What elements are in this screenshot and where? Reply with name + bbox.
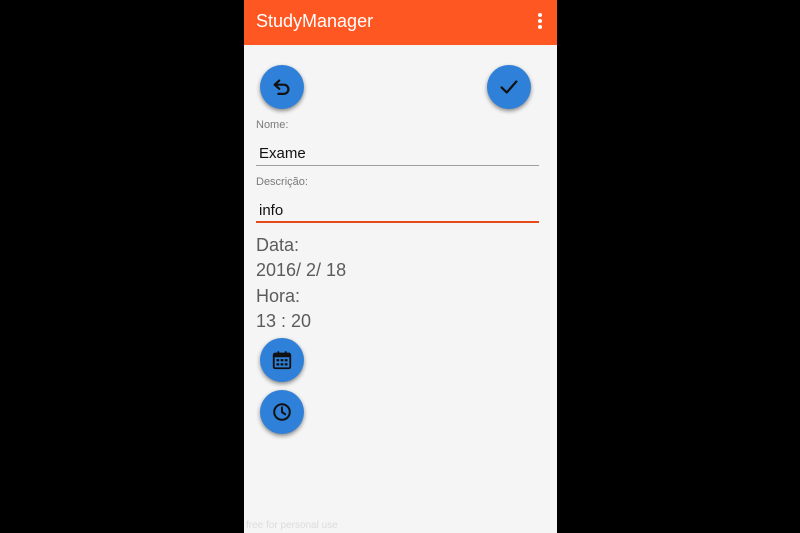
nome-underline bbox=[256, 165, 539, 166]
nome-value: Exame bbox=[259, 145, 306, 162]
app-bar: StudyManager bbox=[244, 0, 557, 45]
watermark-text: free for personal use bbox=[246, 520, 338, 531]
calendar-icon bbox=[272, 351, 292, 370]
descricao-underline bbox=[256, 221, 539, 223]
hora-label: Hora: bbox=[256, 286, 301, 306]
descricao-value: info bbox=[259, 202, 284, 219]
data-label: Data: bbox=[256, 235, 300, 255]
check-icon bbox=[500, 80, 518, 94]
app-title: StudyManager bbox=[256, 11, 374, 31]
clock-icon bbox=[273, 403, 291, 421]
pick-time-button[interactable] bbox=[260, 390, 304, 434]
data-value: 2016/ 2/ 18 bbox=[256, 260, 347, 280]
nome-label: Nome: bbox=[256, 119, 289, 131]
more-vert-icon[interactable] bbox=[537, 13, 543, 31]
pick-date-button[interactable] bbox=[260, 338, 304, 382]
back-button[interactable] bbox=[260, 65, 304, 109]
undo-arrow-icon bbox=[273, 79, 290, 95]
confirm-button[interactable] bbox=[487, 65, 531, 109]
nome-field[interactable]: Exame bbox=[256, 142, 539, 166]
descricao-field[interactable]: info bbox=[256, 199, 539, 223]
descricao-label: Descrição: bbox=[256, 176, 308, 188]
phone-screen: StudyManager Nome: Exame Descrição: info… bbox=[244, 0, 557, 533]
hora-value: 13 : 20 bbox=[256, 311, 312, 331]
